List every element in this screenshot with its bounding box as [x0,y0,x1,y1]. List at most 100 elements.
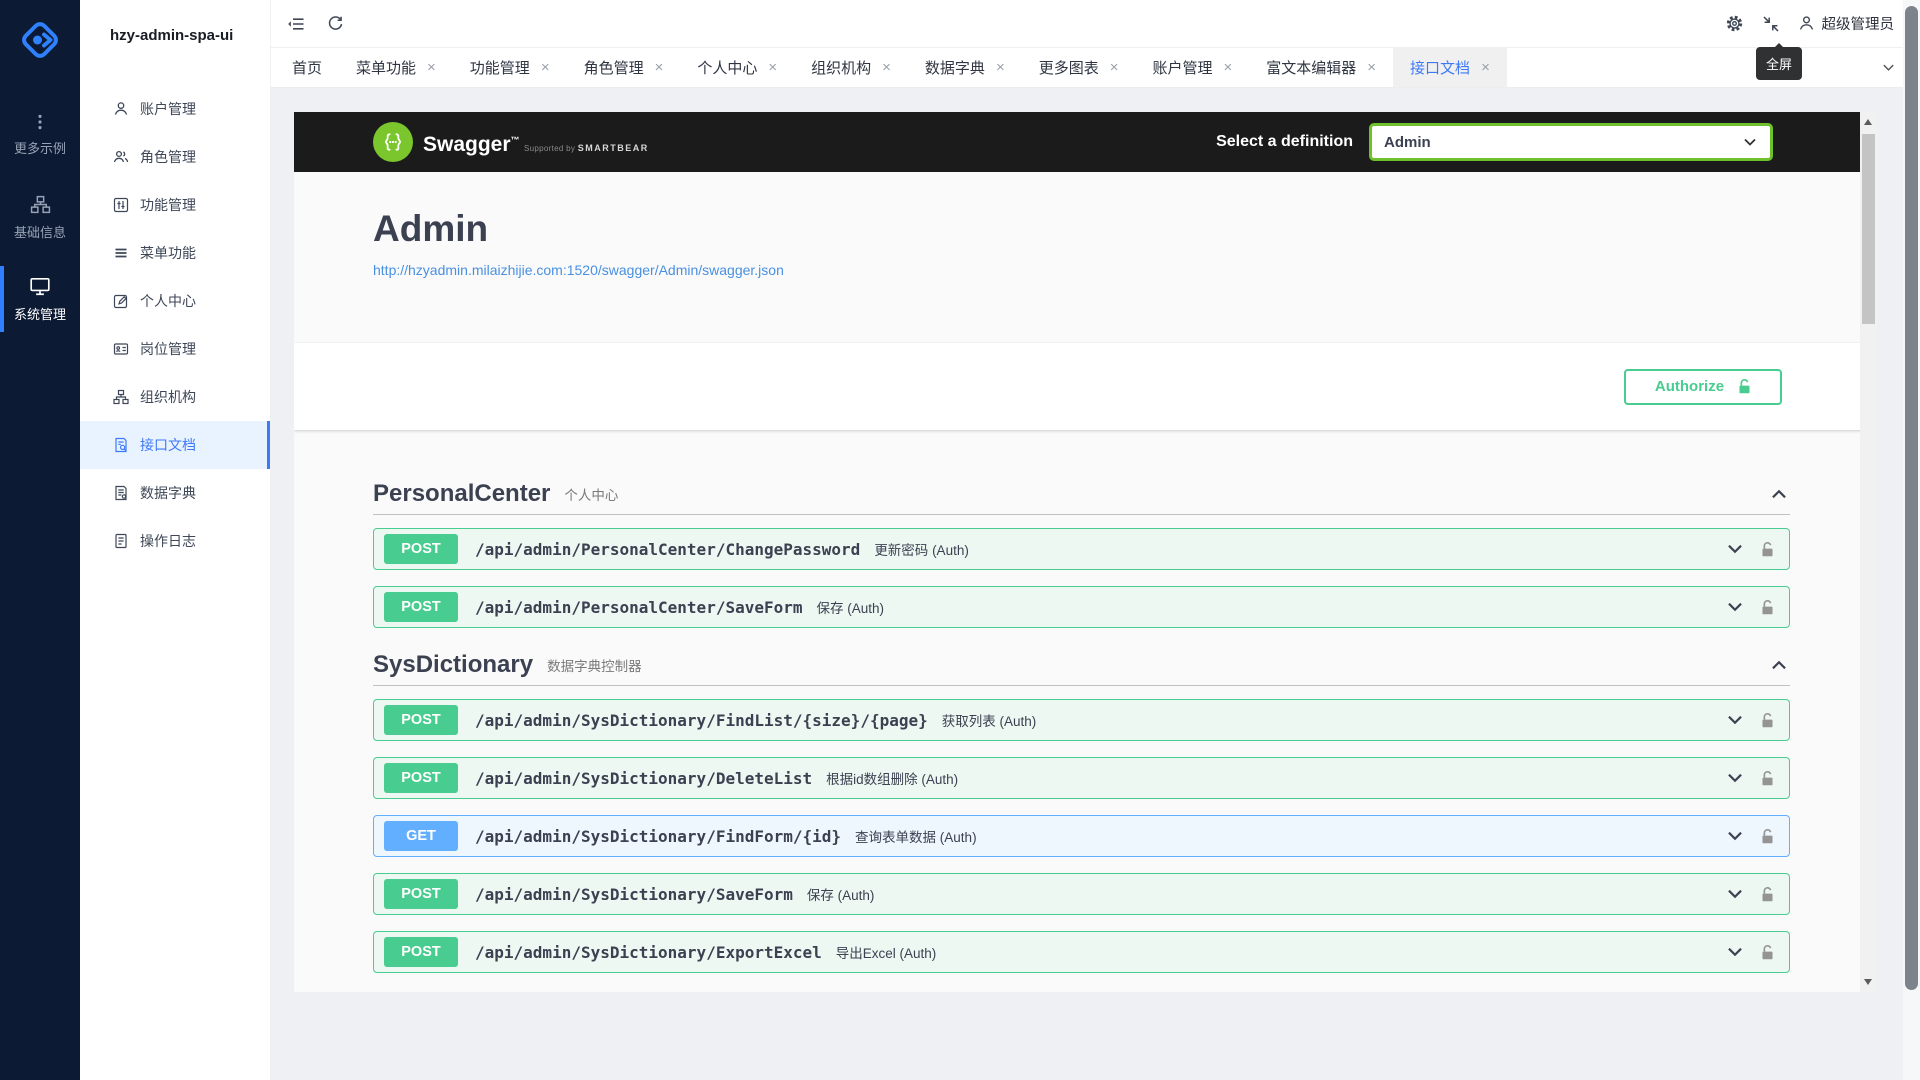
collapse-chevron-icon[interactable] [1768,483,1790,505]
endpoint-row[interactable]: POST /api/admin/PersonalCenter/SaveForm … [373,586,1790,628]
expand-chevron-icon[interactable] [1724,825,1746,847]
gear-icon[interactable] [1725,14,1744,33]
endpoint-row[interactable]: POST /api/admin/SysDictionary/DeleteList… [373,757,1790,799]
user-name: 超级管理员 [1822,13,1895,34]
section-description: 数据字典控制器 [547,655,642,675]
definition-select[interactable]: Admin [1369,123,1773,161]
select-definition-label: Select a definition [1216,133,1353,151]
tab-close-icon[interactable]: × [1224,60,1233,75]
expand-chevron-icon[interactable] [1724,709,1746,731]
tab[interactable]: 角色管理 × [567,48,681,87]
fullscreen-exit-icon[interactable] [1762,15,1780,33]
endpoint-row[interactable]: POST /api/admin/SysDictionary/FindList/{… [373,699,1790,741]
menu-fold-icon[interactable] [287,15,305,33]
tab-close-icon[interactable]: × [1481,60,1490,75]
rail-item-label: 系统管理 [14,304,66,323]
swagger-logo: Swagger™ Supported by SMARTBEAR [373,122,649,162]
lock-open-icon[interactable] [1761,770,1774,787]
tab-label: 菜单功能 [356,57,416,78]
tab-label: 功能管理 [470,57,530,78]
window-scrollbar-thumb[interactable] [1905,6,1918,990]
tab[interactable]: 数据字典 × [908,48,1022,87]
endpoint-row[interactable]: GET /api/admin/SysDictionary/FindForm/{i… [373,815,1790,857]
lock-open-icon[interactable] [1761,712,1774,729]
sidebar-item[interactable]: 岗位管理 [80,325,270,373]
sidebar-item[interactable]: 接口文档 [80,421,270,469]
sidebar-item[interactable]: 组织机构 [80,373,270,421]
rail-item[interactable]: 系统管理 [0,258,80,340]
authorize-button[interactable]: Authorize [1624,369,1782,405]
sidebar-item-label: 角色管理 [140,147,196,167]
tab[interactable]: 账户管理 × [1135,48,1249,87]
rail-item[interactable]: 更多示例 [0,94,80,176]
section-header[interactable]: SysDictionary 数据字典控制器 [373,644,1790,686]
tab[interactable]: 功能管理 × [453,48,567,87]
lock-open-icon[interactable] [1761,886,1774,903]
sidebar-item[interactable]: 个人中心 [80,277,270,325]
swagger-topbar: Swagger™ Supported by SMARTBEAR Select a… [294,112,1877,172]
user-menu[interactable]: 超级管理员 [1798,13,1895,34]
tab-close-icon[interactable]: × [427,60,436,75]
tab-close-icon[interactable]: × [996,60,1005,75]
endpoint-summary: 获取列表 (Auth) [942,710,1037,730]
sidebar-item[interactable]: 功能管理 [80,181,270,229]
user-icon [113,101,129,117]
id-card-icon [113,341,129,357]
swagger-supported-by: Supported by SMARTBEAR [524,144,649,153]
tab-label: 数据字典 [925,57,985,78]
tab-label: 接口文档 [1410,57,1470,78]
expand-chevron-icon[interactable] [1724,883,1746,905]
tab[interactable]: 个人中心 × [680,48,794,87]
expand-chevron-icon[interactable] [1724,596,1746,618]
expand-chevron-icon[interactable] [1724,538,1746,560]
rail-menu: 更多示例 基础信息 系统管理 [0,94,80,340]
lock-open-icon[interactable] [1761,599,1774,616]
lock-open-icon[interactable] [1761,944,1774,961]
tabs-overflow-chevron-icon[interactable] [1881,48,1896,87]
section-header[interactable]: PersonalCenter 个人中心 [373,473,1790,515]
tab[interactable]: 首页 [275,48,339,87]
window-scrollbar[interactable] [1903,0,1920,1080]
tab[interactable]: 组织机构 × [794,48,908,87]
refresh-icon[interactable] [327,15,344,32]
tab[interactable]: 接口文档 × [1393,48,1507,87]
endpoint-row[interactable]: POST /api/admin/SysDictionary/ExportExce… [373,931,1790,973]
lock-open-icon[interactable] [1761,828,1774,845]
sidebar-item[interactable]: 操作日志 [80,517,270,565]
spec-url-link[interactable]: http://hzyadmin.milaizhijie.com:1520/swa… [373,262,784,278]
panel-scrollbar[interactable] [1860,112,1877,992]
tab-close-icon[interactable]: × [1110,60,1119,75]
tab-close-icon[interactable]: × [541,60,550,75]
sidebar-item[interactable]: 菜单功能 [80,229,270,277]
tab-close-icon[interactable]: × [768,60,777,75]
sidebar-item[interactable]: 账户管理 [80,85,270,133]
lock-open-icon [1738,378,1751,395]
sidebar-item-label: 菜单功能 [140,243,196,263]
endpoint-row[interactable]: POST /api/admin/PersonalCenter/ChangePas… [373,528,1790,570]
method-badge: POST [384,937,458,967]
panel-scrollbar-thumb[interactable] [1862,134,1875,324]
endpoint-path: /api/admin/SysDictionary/FindForm/{id} [475,827,841,846]
page-content: Swagger™ Supported by SMARTBEAR Select a… [271,88,1920,1080]
rail-item[interactable]: 基础信息 [0,176,80,258]
users-icon [113,149,129,165]
lock-open-icon[interactable] [1761,541,1774,558]
tab[interactable]: 菜单功能 × [339,48,453,87]
expand-chevron-icon[interactable] [1724,941,1746,963]
app-logo[interactable] [0,0,80,80]
scroll-down-arrow[interactable] [1864,979,1872,985]
tab-close-icon[interactable]: × [655,60,664,75]
endpoint-summary: 保存 (Auth) [817,597,885,617]
tab[interactable]: 更多图表 × [1022,48,1136,87]
expand-chevron-icon[interactable] [1724,767,1746,789]
tab-close-icon[interactable]: × [1367,60,1376,75]
collapse-chevron-icon[interactable] [1768,654,1790,676]
method-badge: POST [384,879,458,909]
tab-close-icon[interactable]: × [882,60,891,75]
tab[interactable]: 富文本编辑器 × [1249,48,1393,87]
sidebar-item[interactable]: 数据字典 [80,469,270,517]
endpoint-row[interactable]: POST /api/admin/SysDictionary/SaveForm 保… [373,873,1790,915]
scroll-up-arrow[interactable] [1864,119,1872,125]
logo-diamond-icon [18,18,62,62]
sidebar-item[interactable]: 角色管理 [80,133,270,181]
